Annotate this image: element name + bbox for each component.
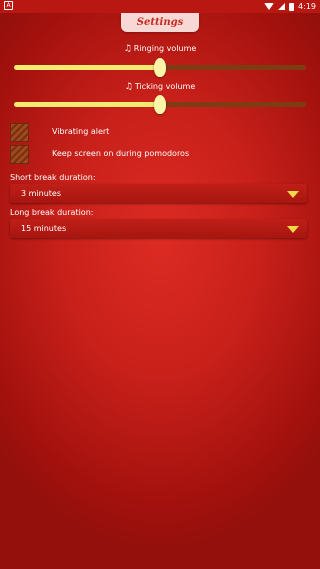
- dropdown-arrow-icon: [287, 226, 299, 233]
- ticking-volume-label: ♫ Ticking volume: [0, 82, 320, 92]
- ringing-volume-label: ♫ Ringing volume: [0, 44, 320, 54]
- music-note-icon: ♫: [123, 44, 132, 54]
- short-break-dropdown[interactable]: 3 minutes: [10, 184, 307, 203]
- ringing-volume-thumb[interactable]: [154, 58, 166, 77]
- ticking-volume-slider[interactable]: [14, 95, 306, 114]
- vibrating-alert-checkbox[interactable]: [10, 123, 29, 142]
- short-break-value: 3 minutes: [21, 189, 62, 198]
- keep-screen-on-option[interactable]: Keep screen on during pomodoros: [10, 145, 310, 165]
- ticking-volume-fill: [14, 102, 160, 107]
- ticking-volume-thumb[interactable]: [154, 95, 166, 114]
- long-break-label: Long break duration:: [10, 208, 94, 217]
- keep-screen-on-checkbox[interactable]: [10, 145, 29, 164]
- app-notification-icon: A: [4, 1, 13, 10]
- ringing-volume-fill: [14, 65, 160, 70]
- ticking-volume-text: Ticking volume: [134, 82, 196, 91]
- long-break-dropdown[interactable]: 15 minutes: [10, 219, 307, 238]
- dropdown-arrow-icon: [287, 191, 299, 198]
- keep-screen-on-label: Keep screen on during pomodoros: [52, 149, 190, 158]
- music-note-icon: ♫: [124, 82, 133, 92]
- signal-icon: [278, 3, 286, 10]
- ringing-volume-text: Ringing volume: [133, 44, 197, 53]
- status-time: 4:19: [298, 2, 316, 11]
- status-icons: 4:19: [264, 1, 316, 12]
- vibrating-alert-option[interactable]: Vibrating alert: [10, 123, 310, 143]
- vibrating-alert-label: Vibrating alert: [52, 127, 110, 136]
- long-break-value: 15 minutes: [21, 224, 67, 233]
- battery-icon: [289, 2, 295, 11]
- status-bar: A 4:19: [0, 0, 320, 13]
- page-title: Settings: [121, 13, 199, 32]
- short-break-label: Short break duration:: [10, 173, 96, 182]
- wifi-icon: [264, 3, 275, 10]
- ringing-volume-slider[interactable]: [14, 58, 306, 77]
